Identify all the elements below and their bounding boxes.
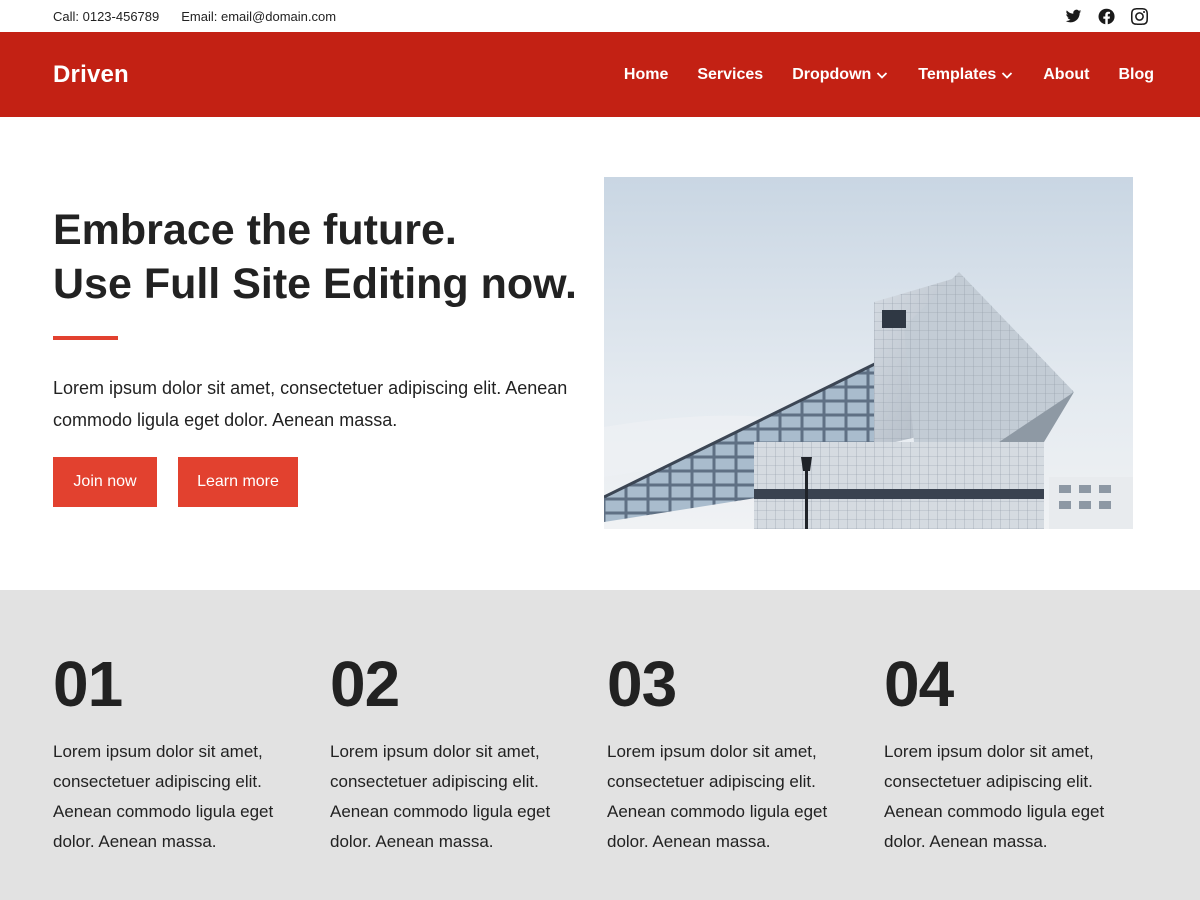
top-bar: Call: 0123-456789 Email: email@domain.co…	[0, 0, 1200, 32]
nav-item-label: About	[1043, 65, 1090, 83]
phone-text: Call: 0123-456789	[53, 8, 160, 24]
nav-item-templates[interactable]: Templates	[918, 66, 1014, 84]
features-section: 01 Lorem ipsum dolor sit amet, consectet…	[0, 590, 1200, 900]
site-logo[interactable]: Driven	[53, 61, 129, 89]
nav-item-dropdown[interactable]: Dropdown	[792, 66, 889, 84]
nav-item-blog[interactable]: Blog	[1118, 66, 1154, 84]
chevron-down-icon	[875, 68, 889, 82]
social-links	[1065, 7, 1148, 25]
nav-item-label: Home	[623, 65, 669, 83]
chevron-down-icon	[1000, 68, 1014, 82]
hero-image	[604, 177, 1133, 529]
feature-number: 03	[607, 648, 677, 720]
feature-text: Lorem ipsum dolor sit amet, consectetuer…	[884, 742, 1105, 851]
nav-item-label: Services	[697, 65, 764, 83]
hero-title-line-1: Embrace the future.	[53, 206, 457, 254]
feature-number: 02	[330, 648, 400, 720]
nav-item-home[interactable]: Home	[624, 66, 668, 84]
nav-item-services[interactable]: Services	[697, 66, 763, 84]
feature-text: Lorem ipsum dolor sit amet, consectetuer…	[607, 742, 828, 851]
contact-info: Call: 0123-456789 Email: email@domain.co…	[53, 9, 336, 24]
twitter-icon[interactable]	[1065, 8, 1082, 25]
nav-item-label: Blog	[1118, 65, 1154, 83]
feature-number: 04	[884, 648, 954, 720]
facebook-icon[interactable]	[1098, 8, 1115, 25]
nav-item-label: Dropdown	[792, 65, 872, 83]
instagram-icon[interactable]	[1131, 7, 1148, 25]
site-header: Driven Home Services Dropdown Templates …	[0, 32, 1200, 117]
join-now-button[interactable]: Join now	[53, 457, 157, 507]
hero-title: Embrace the future. Use Full Site Editin…	[53, 203, 593, 311]
learn-more-button[interactable]: Learn more	[178, 457, 298, 507]
hero-description: Lorem ipsum dolor sit amet, consectetuer…	[53, 378, 568, 430]
nav-item-about[interactable]: About	[1043, 66, 1089, 84]
hero-title-line-2: Use Full Site Editing now.	[53, 260, 577, 308]
nav-item-label: Templates	[918, 65, 997, 83]
hero-divider	[53, 336, 118, 340]
feature-text: Lorem ipsum dolor sit amet, consectetuer…	[330, 742, 551, 851]
feature-number: 01	[53, 648, 123, 720]
feature-text: Lorem ipsum dolor sit amet, consectetuer…	[53, 742, 274, 851]
email-text: Email: email@domain.com	[181, 8, 337, 24]
main-nav: Home Services Dropdown Templates About B…	[624, 66, 1154, 84]
